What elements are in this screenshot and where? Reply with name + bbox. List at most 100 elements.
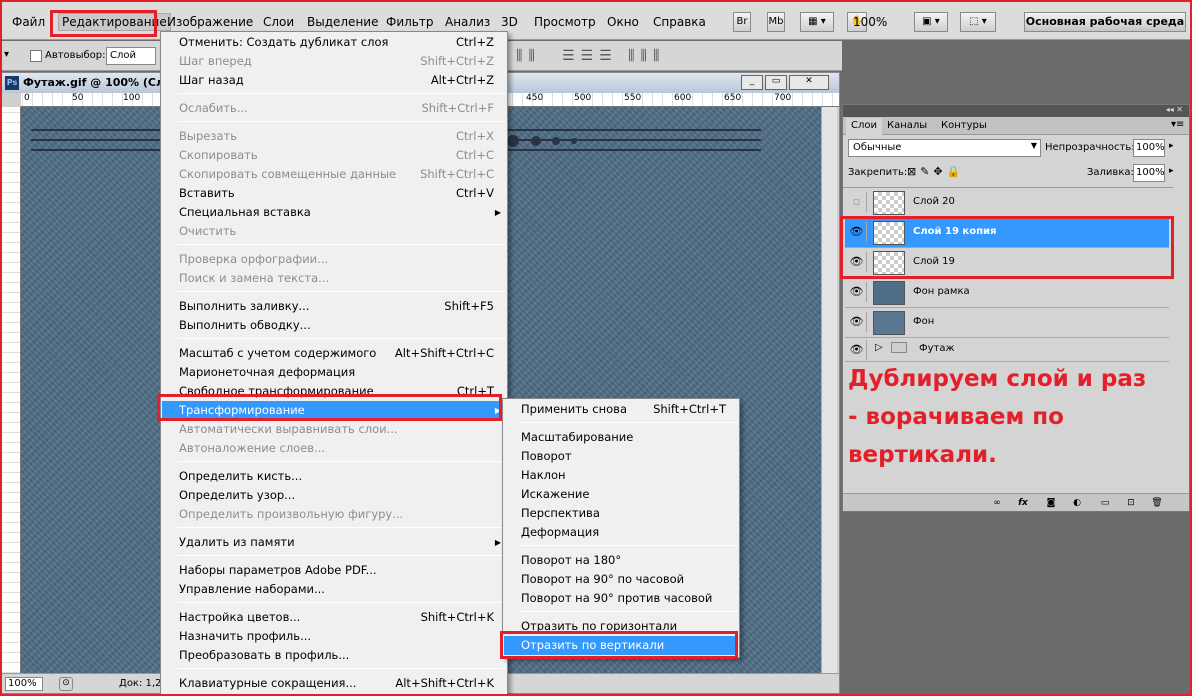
menu-separator [177,121,505,122]
autoselect-checkbox[interactable] [30,50,42,62]
lock-icons[interactable]: ⊠✎✥🔒 [907,165,964,178]
document-title: Футаж.gif @ 100% (Слой [23,76,180,89]
opacity-field[interactable]: 100% [1133,139,1165,157]
menu-item-9[interactable]: Поворот на 180° [504,551,738,570]
autoselect-select[interactable]: Слой [106,47,156,65]
status-icon[interactable]: ⊙ [59,677,73,691]
menu-item-shortcut: Shift+F5 [444,299,494,313]
menu-item-32[interactable]: Наборы параметров Adobe PDF... [162,561,506,580]
tab-paths[interactable]: Контуры [941,120,987,131]
menu-item-37[interactable]: Преобразовать в профиль... [162,646,506,665]
tool-preset-chevron-icon[interactable]: ▾ [4,49,9,60]
menu-item-shortcut: Alt+Shift+Ctrl+C [394,346,494,360]
arrange-documents-button[interactable]: ▣ ▾ [914,12,948,32]
tab-channels[interactable]: Каналы [887,120,927,131]
menu-item-label: Автоматически выравнивать слои... [179,422,398,436]
menu-file[interactable]: Файл [12,15,45,29]
eye-icon[interactable]: 👁 [847,312,867,332]
workspace-switcher[interactable]: Основная рабочая среда [1024,12,1186,32]
expand-triangle-icon[interactable]: ▷ [875,342,883,353]
blend-mode-select[interactable]: Обычные ▼ [848,139,1041,157]
menu-separator [177,527,505,528]
zoom-level-menubar[interactable]: 100% [853,15,887,29]
menu-item-2[interactable]: Шаг назад Alt+Ctrl+Z [162,71,506,90]
menu-item-35[interactable]: Настройка цветов... Shift+Ctrl+K [162,608,506,627]
menu-item-17[interactable]: Выполнить обводку... [162,316,506,335]
menu-item-39[interactable]: Клавиатурные сокращения... Alt+Shift+Ctrl… [162,674,506,693]
menu-item-9[interactable]: Вставить Ctrl+V [162,184,506,203]
menu-item-label: Наклон [521,468,566,482]
panel-menu-icon[interactable]: ▾≡ [1171,119,1184,130]
fill-field[interactable]: 100% [1133,164,1165,182]
fill-arrow-icon[interactable]: ▸ [1169,166,1174,176]
menu-analysis[interactable]: Анализ [445,15,490,29]
view-extras-button[interactable]: ▦ ▾ [800,12,834,32]
menu-3d[interactable]: 3D [501,15,518,29]
close-button[interactable]: ✕ [789,75,829,90]
distribute-icons[interactable]: ☰☰☰ ⫼⫼⫼ [562,48,665,64]
eye-icon[interactable]: 👁 [847,340,867,360]
new-group-icon[interactable]: ▭ [1097,496,1113,510]
menu-item-label: Применить снова [521,402,627,416]
minimize-button[interactable]: _ [741,75,763,90]
menu-view[interactable]: Просмотр [534,15,596,29]
menu-separator [519,611,737,612]
menu-item-11[interactable]: Поворот на 90° против часовой [504,589,738,608]
menu-item-10[interactable]: Специальная вставка ▶ [162,203,506,222]
menu-item-36[interactable]: Назначить профиль... [162,627,506,646]
tab-layers[interactable]: Слои [846,118,882,135]
link-layers-icon[interactable]: ∞ [989,496,1005,510]
layer-thumbnail [873,311,905,335]
menu-select[interactable]: Выделение [307,15,378,29]
menu-window[interactable]: Окно [607,15,639,29]
screen-mode-button[interactable]: ⬚ ▾ [960,12,996,32]
menu-item-27[interactable]: Определить узор... [162,486,506,505]
menu-item-20[interactable]: Марионеточная деформация [162,363,506,382]
menu-item-13: Проверка орфографии... [162,250,506,269]
layer-group-row[interactable]: 👁 ▷ Футаж [845,338,1169,362]
adjustment-icon[interactable]: ◐ [1069,496,1085,510]
menu-item-shortcut: Ctrl+V [456,186,494,200]
menu-item-16[interactable]: Выполнить заливку... Shift+F5 [162,297,506,316]
menu-help[interactable]: Справка [653,15,706,29]
menu-item-label: Очистить [179,224,237,238]
menu-item-3[interactable]: Поворот [504,447,738,466]
menu-item-0[interactable]: Применить снова Shift+Ctrl+T [504,400,738,419]
new-layer-icon[interactable]: ⊡ [1123,496,1139,510]
visibility-toggle[interactable]: ▫ [847,192,867,212]
layer-row[interactable]: 👁 Фон рамка [845,278,1169,308]
menu-item-label: Клавиатурные сокращения... [179,676,357,690]
layer-name: Фон [913,316,935,327]
menu-item-10[interactable]: Поворот на 90° по часовой [504,570,738,589]
menu-item-4[interactable]: Наклон [504,466,738,485]
mask-icon[interactable]: ◙ [1043,496,1059,510]
menu-item-5[interactable]: Искажение [504,485,738,504]
menu-separator [177,668,505,669]
menu-item-19[interactable]: Масштаб с учетом содержимого Alt+Shift+Ct… [162,344,506,363]
menu-item-7[interactable]: Деформация [504,523,738,542]
menu-filter[interactable]: Фильтр [386,15,433,29]
fx-icon[interactable]: fx [1015,496,1031,510]
menu-item-2[interactable]: Масштабирование [504,428,738,447]
vertical-scrollbar[interactable] [821,107,837,673]
align-icons[interactable]: ⫼⫼ [516,48,541,64]
menu-item-30[interactable]: Удалить из памяти ▶ [162,533,506,552]
menu-item-0[interactable]: Отменить: Создать дубликат слоя Ctrl+Z [162,33,506,52]
maximize-button[interactable]: ▭ [765,75,787,90]
menu-layers[interactable]: Слои [263,15,294,29]
menu-image[interactable]: Изображение [167,15,253,29]
menu-item-26[interactable]: Определить кисть... [162,467,506,486]
layer-row[interactable]: 👁 Фон [845,308,1169,338]
menu-separator [177,555,505,556]
layer-row[interactable]: ▫ Слой 20 [845,188,1169,218]
eye-icon[interactable]: 👁 [847,282,867,302]
opacity-arrow-icon[interactable]: ▸ [1169,141,1174,151]
menu-item-33[interactable]: Управление наборами... [162,580,506,599]
menu-item-6[interactable]: Перспектива [504,504,738,523]
menu-item-label: Определить кисть... [179,469,303,483]
trash-icon[interactable]: 🗑 [1149,496,1165,510]
bridge-button[interactable]: Br [733,12,751,32]
panel-collapse-bar[interactable]: ◂◂ ✕ [843,105,1189,117]
minibridge-button[interactable]: Mb [767,12,785,32]
zoom-field[interactable]: 100% [5,677,43,691]
